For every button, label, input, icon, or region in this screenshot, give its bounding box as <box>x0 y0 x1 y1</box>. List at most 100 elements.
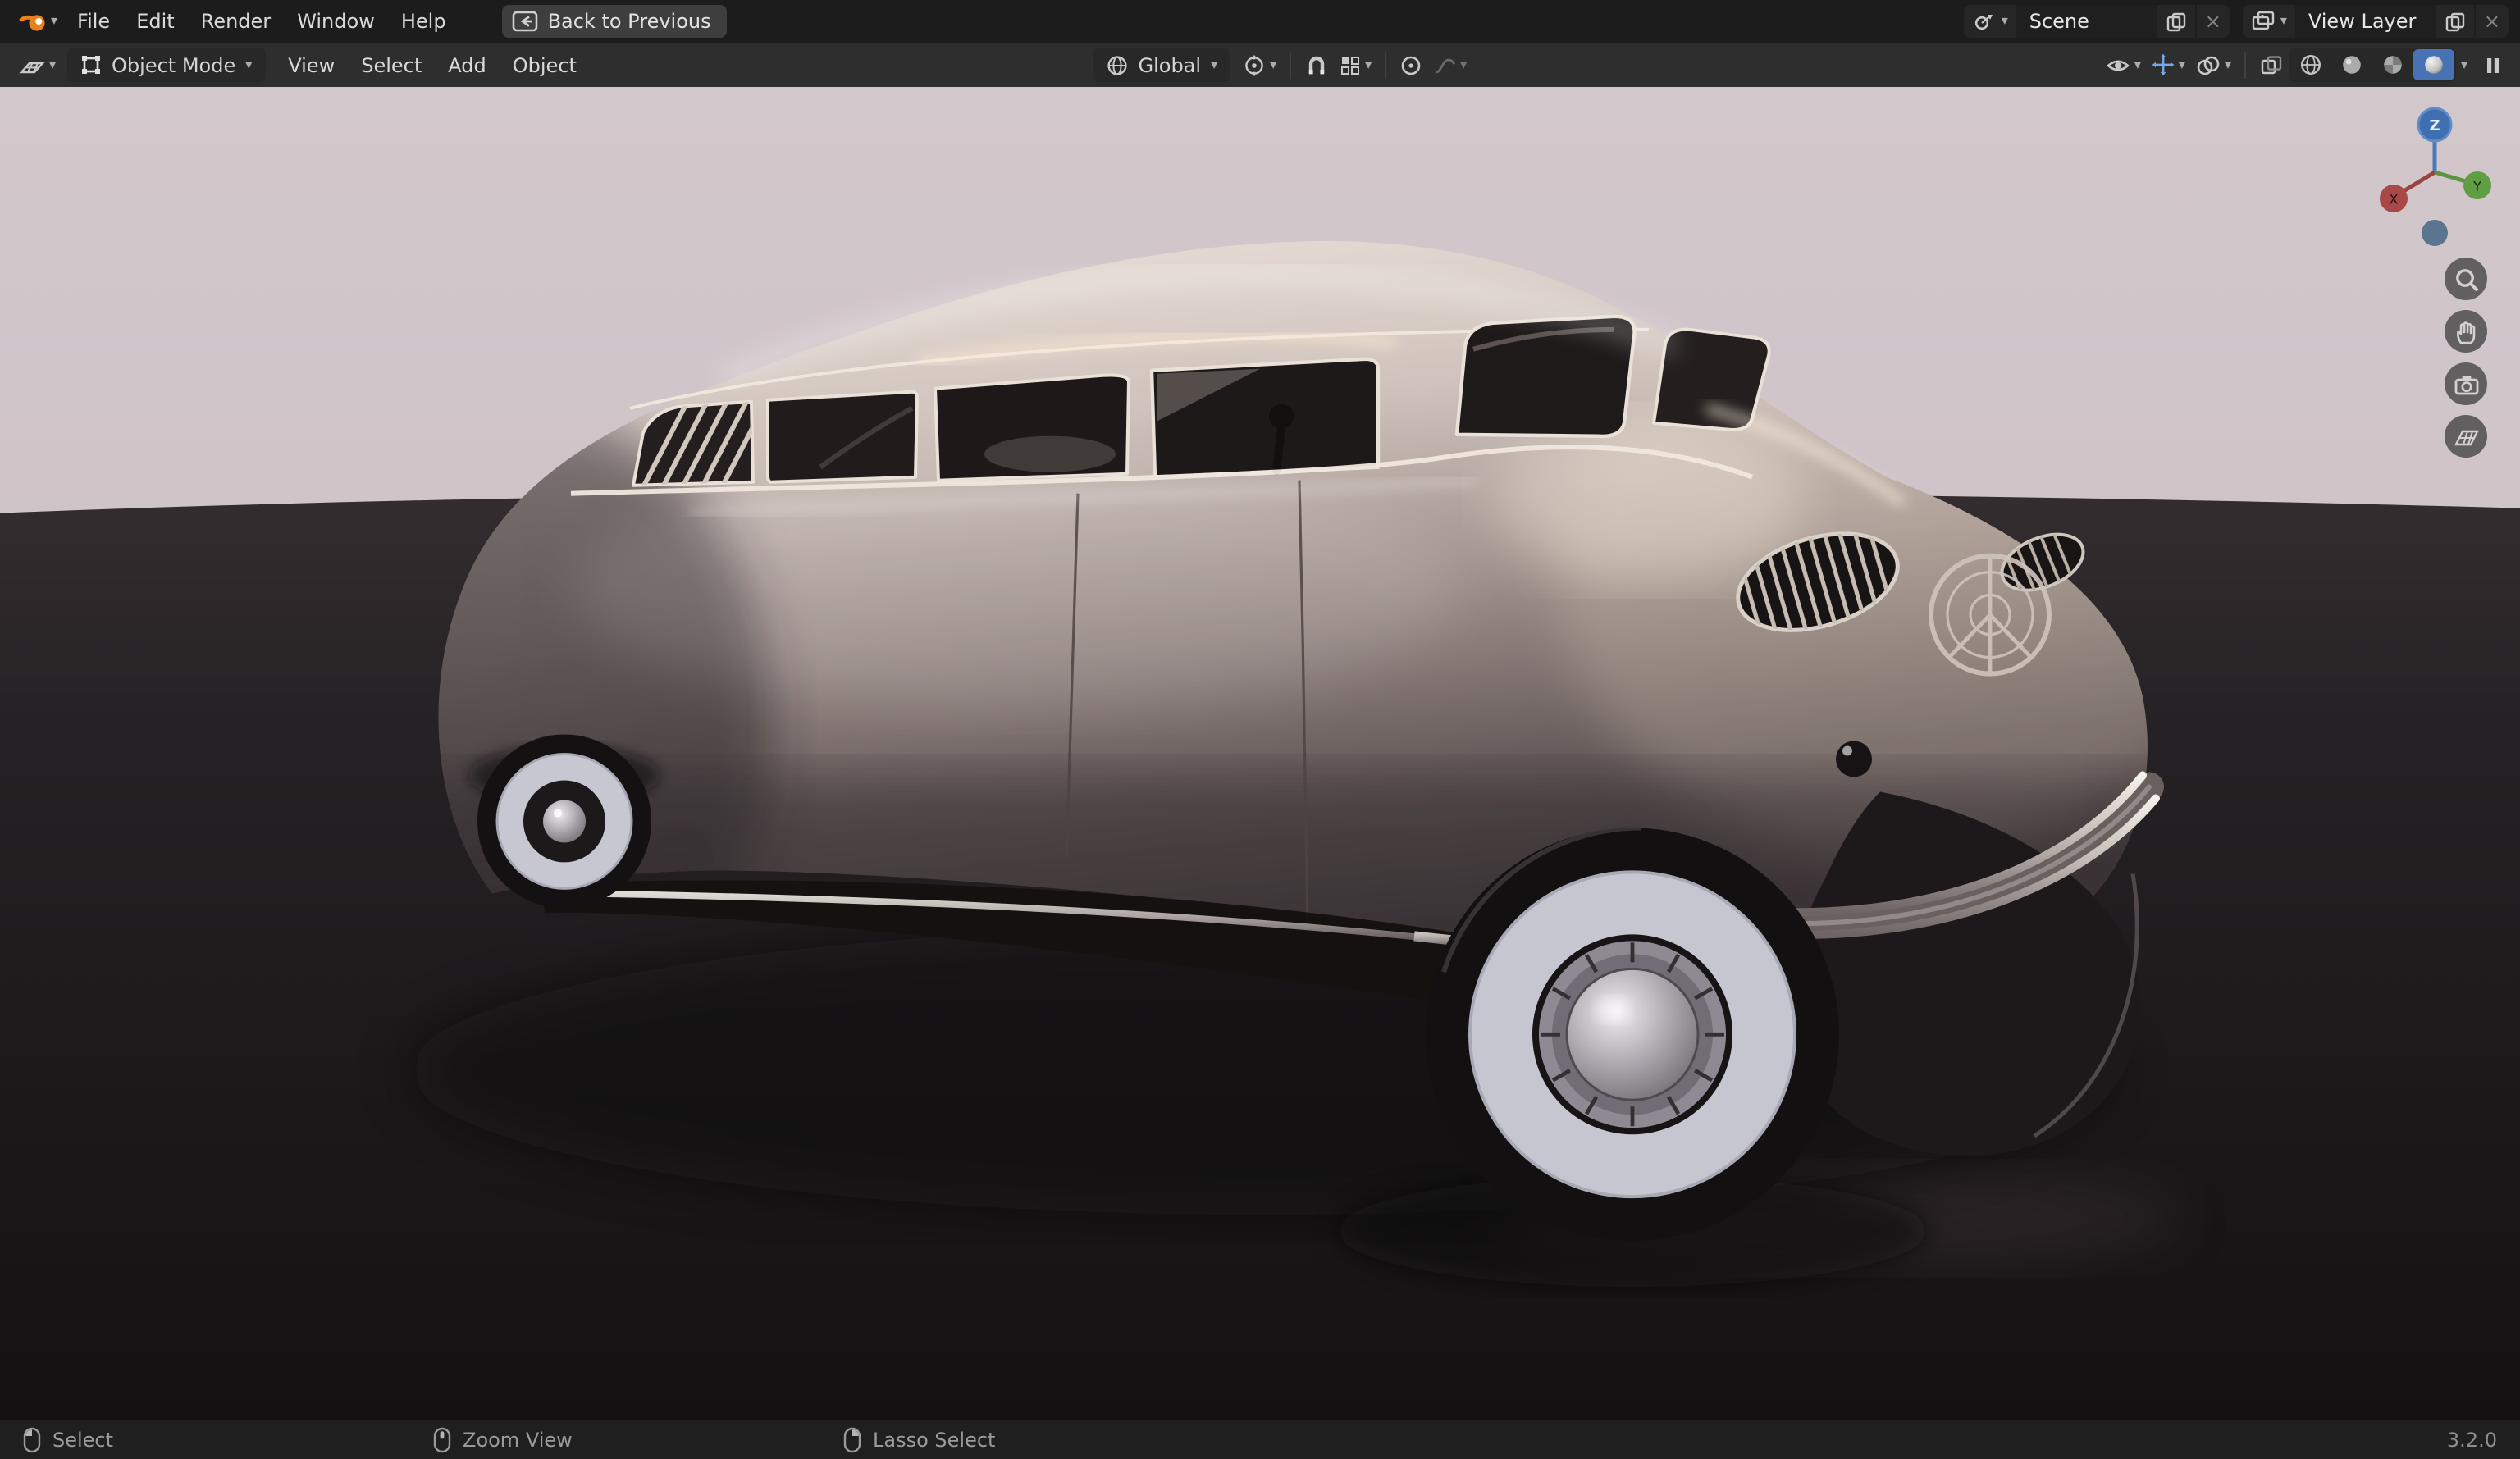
blender-version: 3.2.0 <box>2446 1428 2497 1451</box>
hint-lasso-label: Lasso Select <box>873 1428 996 1451</box>
snap-icon <box>1339 53 1362 76</box>
chevron-down-icon: ▾ <box>1365 57 1372 71</box>
globe-icon <box>1106 53 1129 76</box>
gizmo-y-label: Y <box>2472 179 2481 194</box>
view-layer-browse-button[interactable]: ▾ <box>2243 5 2295 38</box>
shading-rendered-button[interactable] <box>2413 49 2454 80</box>
blender-menu-button[interactable]: ▾ <box>11 5 64 38</box>
view-layer-name-field[interactable]: View Layer <box>2294 5 2436 38</box>
pivot-point-dropdown[interactable]: ▾ <box>1237 48 1281 82</box>
scene-name-field[interactable]: Scene <box>2016 5 2157 38</box>
topbar: ▾ File Edit Render Window Help Back to P… <box>0 0 2520 43</box>
scene-new-button[interactable] <box>2157 5 2195 38</box>
hint-select: Select <box>23 1426 433 1452</box>
menu-window[interactable]: Window <box>284 5 388 38</box>
transform-orientation-dropdown[interactable]: Global ▾ <box>1092 48 1231 82</box>
menu-file[interactable]: File <box>64 5 123 38</box>
topbar-id-blocks: ▾ Scene × ▾ View Layer × <box>1963 5 2509 38</box>
menu-select[interactable]: Select <box>348 48 435 81</box>
scene-browse-button[interactable]: ▾ <box>1964 5 2016 38</box>
proportional-edit-toggle[interactable] <box>1395 48 1427 82</box>
editor-type-button[interactable]: ▾ <box>13 48 61 82</box>
mouse-left-icon <box>23 1426 41 1452</box>
proportional-falloff-dropdown[interactable]: ▾ <box>1427 48 1472 82</box>
shading-solid-button[interactable] <box>2331 49 2372 80</box>
pan-button[interactable] <box>2445 310 2487 353</box>
shading-material-button[interactable] <box>2372 49 2413 80</box>
view-layer-icon <box>2251 10 2276 33</box>
visibility-dropdown[interactable]: ▾ <box>2100 48 2146 82</box>
overlays-dropdown[interactable]: ▾ <box>2190 48 2236 82</box>
pause-icon <box>2484 55 2502 75</box>
hint-lasso: Lasso Select <box>843 1426 995 1452</box>
copy-icon <box>2166 11 2187 32</box>
menu-object[interactable]: Object <box>500 48 590 81</box>
blender-window: ▾ File Edit Render Window Help Back to P… <box>0 0 2520 1459</box>
xray-toggle-button[interactable] <box>2254 48 2289 82</box>
back-arrow-icon <box>512 10 538 33</box>
shading-wireframe-button[interactable] <box>2290 49 2331 80</box>
chevron-down-icon: ▾ <box>2178 57 2185 71</box>
orientation-label: Global <box>1138 53 1202 76</box>
camera-icon <box>2452 372 2480 396</box>
scene-browse-icon <box>1972 10 1997 33</box>
chevron-down-icon: ▾ <box>245 57 253 71</box>
mouse-middle-icon <box>433 1426 451 1452</box>
menu-render[interactable]: Render <box>188 5 284 38</box>
viewport-nav-buttons <box>2445 258 2487 458</box>
menu-edit[interactable]: Edit <box>123 5 188 38</box>
chevron-down-icon: ▾ <box>2134 57 2141 71</box>
chevron-down-icon: ▾ <box>1270 57 1277 71</box>
menu-add[interactable]: Add <box>435 48 499 81</box>
nav-gizmo[interactable]: Z X Y <box>2369 103 2500 254</box>
blender-logo-icon <box>18 8 48 34</box>
gizmo-toggle-icon <box>2151 52 2175 77</box>
back-to-previous-button[interactable]: Back to Previous <box>501 5 728 38</box>
scene-widget: ▾ Scene × <box>1963 5 2230 38</box>
chevron-down-icon: ▾ <box>51 13 58 28</box>
mode-dropdown[interactable]: Object Mode ▾ <box>67 48 266 82</box>
falloff-curve-icon <box>1432 53 1457 76</box>
snap-toggle-button[interactable] <box>1299 48 1334 82</box>
shading-dropdown[interactable]: ▾ <box>2456 48 2472 82</box>
scene-unlink-button[interactable]: × <box>2194 5 2230 38</box>
perspective-toggle-button[interactable] <box>2445 415 2487 458</box>
editor-type-icon <box>18 52 46 78</box>
hint-zoom: Zoom View <box>433 1426 843 1452</box>
mode-label: Object Mode <box>112 53 236 76</box>
viewport-3d[interactable]: Z X Y <box>0 87 2520 1420</box>
status-bar: Select Zoom View Lasso Select 3.2.0 <box>0 1420 2520 1459</box>
chevron-down-icon: ▾ <box>2224 57 2231 71</box>
eye-icon <box>2105 53 2131 76</box>
gizmo-neg-z-axis[interactable] <box>2422 220 2448 246</box>
viewport-canvas[interactable] <box>0 87 2520 1420</box>
overlays-icon <box>2195 53 2221 76</box>
snap-settings-dropdown[interactable]: ▾ <box>1334 48 1376 82</box>
gizmos-dropdown[interactable]: ▾ <box>2146 48 2190 82</box>
magnet-icon <box>1304 52 1329 77</box>
pause-render-button[interactable] <box>2479 48 2507 82</box>
chevron-down-icon: ▾ <box>1460 57 1468 71</box>
magnifier-icon <box>2452 265 2480 293</box>
hint-zoom-label: Zoom View <box>463 1428 573 1451</box>
gizmo-z-label: Z <box>2429 117 2440 135</box>
chevron-down-icon: ▾ <box>2280 13 2287 28</box>
close-icon: × <box>2483 10 2500 33</box>
view-layer-new-button[interactable] <box>2436 5 2474 38</box>
menu-help[interactable]: Help <box>388 5 459 38</box>
chevron-down-icon: ▾ <box>2001 13 2008 28</box>
zoom-button[interactable] <box>2445 258 2487 300</box>
view-layer-remove-button[interactable]: × <box>2473 5 2509 38</box>
hint-select-label: Select <box>52 1428 114 1451</box>
close-icon: × <box>2204 10 2221 33</box>
chevron-down-icon: ▾ <box>49 57 57 71</box>
camera-view-button[interactable] <box>2445 362 2487 405</box>
pivot-icon <box>1242 53 1267 76</box>
shading-mode-group <box>2288 48 2456 82</box>
hand-icon <box>2453 317 2479 345</box>
gizmo-x-label: X <box>2390 192 2399 207</box>
copy-icon <box>2445 11 2466 32</box>
menu-view[interactable]: View <box>275 48 348 81</box>
car-front-wheel <box>1426 825 1839 1242</box>
chevron-down-icon: ▾ <box>1211 57 1218 71</box>
